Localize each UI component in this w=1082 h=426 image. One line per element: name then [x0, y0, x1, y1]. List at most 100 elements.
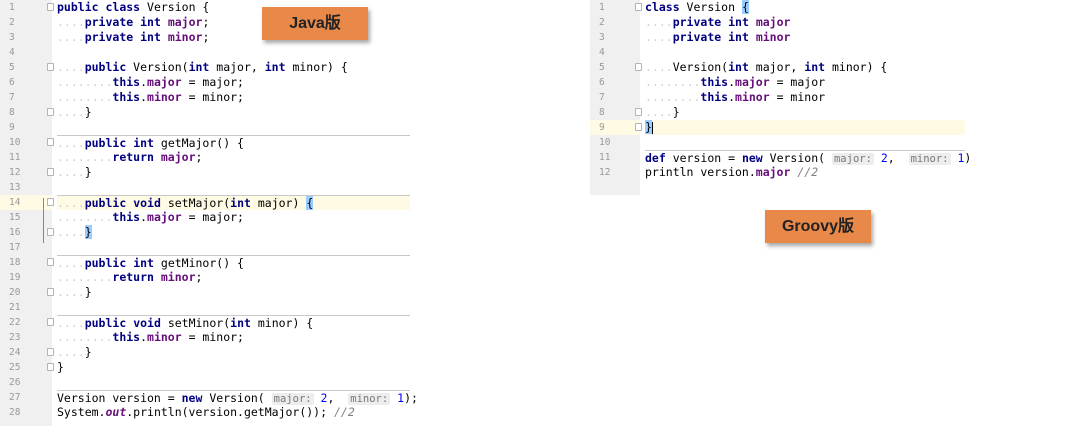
line-number: 3: [599, 32, 605, 43]
whitespace-marker: ........: [57, 270, 113, 284]
code-text: .: [140, 210, 148, 224]
code-line[interactable]: [57, 300, 410, 315]
fold-marker-icon[interactable]: [635, 3, 642, 11]
code-text: Version(: [126, 60, 189, 74]
code-line[interactable]: [57, 45, 410, 60]
line-number: 7: [9, 92, 15, 103]
groovy-code-area[interactable]: class Version {....private int major....…: [645, 0, 971, 180]
code-line[interactable]: ........this.minor = minor;: [57, 90, 410, 105]
fold-marker-icon[interactable]: [47, 348, 54, 356]
code-line[interactable]: [645, 45, 965, 60]
line-number: 2: [9, 17, 15, 28]
code-line[interactable]: ........return major;: [57, 150, 410, 165]
code-line[interactable]: ........this.major = major: [645, 75, 965, 90]
code-line[interactable]: ....}: [645, 105, 965, 120]
code-line[interactable]: }: [645, 120, 965, 135]
code-line[interactable]: ....public int getMajor() {: [57, 135, 410, 150]
code-line[interactable]: println version.major //2: [645, 165, 965, 180]
whitespace-marker: ....: [57, 316, 85, 330]
code-line[interactable]: System.out.println(version.getMajor()); …: [57, 405, 410, 420]
code-line[interactable]: ....}: [57, 225, 410, 240]
fold-marker-icon[interactable]: [47, 258, 54, 266]
fold-marker-icon[interactable]: [47, 318, 54, 326]
fold-marker-icon[interactable]: [47, 363, 54, 371]
keyword: this: [112, 75, 141, 89]
code-line[interactable]: ....}: [57, 345, 410, 360]
code-text: }: [84, 345, 92, 359]
code-line[interactable]: ........this.minor = minor: [645, 90, 965, 105]
code-line[interactable]: ....private int minor: [645, 30, 965, 45]
code-line[interactable]: ....Version(int major, int minor) {: [645, 60, 965, 75]
keyword: class: [105, 0, 141, 14]
fold-marker-icon[interactable]: [47, 198, 54, 206]
number-literal: 2: [880, 151, 888, 165]
fold-marker-icon[interactable]: [635, 63, 642, 71]
code-text: }: [57, 360, 64, 374]
field-token: minor: [147, 330, 182, 344]
line-number: 6: [9, 77, 15, 88]
code-line[interactable]: ....}: [57, 285, 410, 300]
whitespace-marker: ....: [57, 15, 85, 29]
code-line[interactable]: [57, 120, 410, 135]
fold-marker-icon[interactable]: [47, 228, 54, 236]
java-scope-indicator: [43, 198, 44, 243]
static-field-token: out: [105, 405, 127, 419]
code-line[interactable]: ........this.major = major;: [57, 75, 410, 90]
line-number: 16: [0, 225, 54, 240]
field-token: major: [147, 75, 182, 89]
whitespace-marker: ........: [57, 90, 113, 104]
groovy-editor[interactable]: 1 2 3 4 5 6 7 8 9 10 11 12 class Version {....priva…: [590, 0, 971, 195]
line-number: 21: [9, 302, 21, 313]
fold-marker-icon[interactable]: [47, 108, 54, 116]
line-number: 8: [590, 105, 642, 120]
code-line[interactable]: Version version = new Version( major: 2,…: [57, 390, 418, 405]
code-text: = minor: [769, 90, 826, 104]
field-token: minor: [735, 90, 770, 104]
code-line[interactable]: ....public void setMinor(int minor) {: [57, 315, 410, 330]
code-line[interactable]: ....public void setMajor(int major) {: [57, 195, 410, 210]
fold-marker-icon[interactable]: [47, 63, 54, 71]
code-text: major): [250, 196, 307, 210]
fold-marker-icon[interactable]: [635, 108, 642, 116]
whitespace-marker: ....: [57, 60, 85, 74]
code-text: ;: [195, 270, 203, 284]
code-text: .println(version.getMajor());: [126, 405, 334, 419]
fold-marker-icon[interactable]: [47, 288, 54, 296]
line-number: 18: [0, 255, 54, 270]
keyword: private: [672, 15, 722, 29]
code-line[interactable]: [57, 180, 410, 195]
code-line[interactable]: ....}: [57, 165, 410, 180]
code-line[interactable]: ....public Version(int major, int minor)…: [57, 60, 410, 75]
fold-marker-icon[interactable]: [635, 123, 642, 131]
code-text: = minor;: [181, 330, 244, 344]
code-line[interactable]: ........return minor;: [57, 270, 410, 285]
code-line[interactable]: [57, 240, 410, 255]
fold-marker-icon[interactable]: [47, 138, 54, 146]
java-code-area[interactable]: public class Version {....private int ma…: [57, 0, 418, 420]
keyword: new: [181, 391, 203, 405]
code-line[interactable]: [57, 375, 410, 390]
whitespace-marker: ....: [645, 15, 673, 29]
fold-marker-icon[interactable]: [47, 3, 54, 11]
groovy-gutter: 1 2 3 4 5 6 7 8 9 10 11 12: [590, 0, 642, 195]
code-line[interactable]: [645, 135, 965, 150]
java-editor[interactable]: 1 2 3 4 5 6 7 8 9 10 11 12 13 14 15 16 17 18 19 20 21 22 23 24 2…: [0, 0, 418, 426]
code-line[interactable]: class Version {: [645, 0, 965, 15]
whitespace-marker: ........: [57, 210, 113, 224]
fold-marker-icon[interactable]: [47, 168, 54, 176]
parameter-hint: major:: [271, 393, 314, 405]
code-line[interactable]: ........this.major = major;: [57, 210, 410, 225]
code-line[interactable]: ........this.minor = minor;: [57, 330, 410, 345]
field-token: minor: [167, 30, 203, 44]
code-line[interactable]: def version = new Version( major: 2, min…: [645, 150, 971, 165]
field-token: major: [147, 210, 182, 224]
line-number: 5: [590, 60, 642, 75]
code-line[interactable]: }: [57, 360, 410, 375]
keyword: this: [112, 90, 141, 104]
code-line[interactable]: ....}: [57, 105, 410, 120]
line-number: 22: [0, 315, 54, 330]
code-line[interactable]: ....public int getMinor() {: [57, 255, 410, 270]
code-line[interactable]: ....private int major: [645, 15, 965, 30]
